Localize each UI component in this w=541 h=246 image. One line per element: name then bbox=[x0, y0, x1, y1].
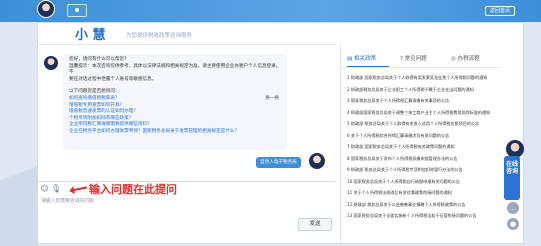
policy-item[interactable]: 6 关于个人所得税综合所得汇算清缴涉及有关问题的公告 bbox=[347, 130, 503, 142]
suggested-question[interactable]: 企业在税务平台如何办理发票申领？国家税务总局关于发票管理的相关规定是什么？ bbox=[69, 129, 281, 136]
divider bbox=[37, 44, 335, 45]
bot-avatar-icon bbox=[44, 56, 58, 70]
policy-item[interactable]: 3 国家税务总局关于个人所得税汇算清缴有关事项的公告 bbox=[347, 95, 503, 107]
policy-item[interactable]: 2 财政部税务总局关于企业职工个人所得税不属于企业支出问题的通知 bbox=[347, 84, 503, 96]
emoji-icon[interactable]: ☺ bbox=[40, 184, 49, 193]
tab-process[interactable]: ◎ 办税流程 bbox=[451, 53, 480, 65]
policy-item[interactable]: 9 财政部 税务总局关于个人所得税专项附加扣除暂行办法的公告 bbox=[347, 164, 503, 176]
suggested-question[interactable]: 如何查询增值税税率表？ bbox=[69, 96, 281, 103]
policy-item[interactable]: 12 财政部 税务总局关于公益慈善事业捐赠个人所得税政策的公告 bbox=[347, 199, 503, 211]
assistant-avatar-icon bbox=[37, 0, 55, 18]
input-divider bbox=[37, 181, 335, 182]
camera-icon[interactable] bbox=[67, 4, 87, 17]
swap-button[interactable]: 换一换 bbox=[265, 96, 279, 103]
policy-item[interactable]: 8 国家税务总局关于发布个人所得税扣缴申报管理办法的公告 bbox=[347, 153, 503, 165]
policy-item[interactable]: 10 国家税务总局关于个人所得税自行纳税申报有关问题的公告 bbox=[347, 176, 503, 188]
policy-item[interactable]: 4 财政部国家税务总局关于调整个体工商户业主个人所得税费用扣除标准的通知 bbox=[347, 107, 503, 119]
online-consult-button[interactable]: 在线咨询 bbox=[504, 156, 520, 200]
policy-item[interactable]: 13 国家税务总局关于全面实施新个人所得税法若干征管衔接问题的公告 bbox=[347, 210, 503, 222]
greeting-line: 温馨提示：本次咨询仅供参考，具体以法律法规和相关规定为准，请主要使用企业办税户个… bbox=[69, 63, 281, 76]
book-icon: ▤ bbox=[347, 56, 354, 62]
microphone-icon[interactable]: 🎙 bbox=[51, 184, 61, 193]
policy-item[interactable]: 1 财政部 国家税务总局关于个人取得有奖发票奖金征免个人所得税问题的通知 bbox=[347, 72, 503, 84]
logo: 小 慧 bbox=[75, 28, 106, 43]
question-input[interactable]: 请输入您需要咨询的问题 bbox=[41, 197, 94, 204]
home-button[interactable]: 返回首页 bbox=[484, 6, 515, 16]
user-avatar-icon bbox=[309, 153, 325, 169]
guess-title: 以下问题您是否想问问： bbox=[69, 89, 120, 95]
suggested-question[interactable]: 增值税普通发票的认证如何办理？ bbox=[69, 109, 281, 116]
tab-faq[interactable]: ? 常见问题 bbox=[400, 53, 427, 65]
greeting-line: 要在对话过程中泄露个人账号等敏感信息。 bbox=[69, 76, 157, 82]
suggested-question[interactable]: 企业所得税汇算清缴需要提供哪些资料？ bbox=[69, 122, 281, 129]
bot-message-bubble: 您好，请问有什么可以帮您？ 温馨提示：本次咨询仅供参考，具体以法律法规和相关规定… bbox=[63, 54, 287, 150]
tab-divider bbox=[341, 67, 501, 68]
slogan: 为您提供税收政策咨询服务 bbox=[126, 33, 193, 39]
annotation-text: 输入问题在此提问 bbox=[89, 183, 177, 196]
policy-item[interactable]: 7 财政部 国家税务总局关于个人所得税有关政策问题的通知 bbox=[347, 141, 503, 153]
background-decoration bbox=[0, 126, 37, 246]
right-panel: ▤ 相关政策 ? 常见问题 ◎ 办税流程 1 财政部 国家税务总局关于个人取得有… bbox=[340, 45, 503, 243]
user-icon[interactable]: ● bbox=[507, 218, 519, 230]
policy-list: 1 财政部 国家税务总局关于个人取得有奖发票奖金征免个人所得税问题的通知 2 财… bbox=[347, 72, 503, 222]
policy-item[interactable]: 5 财政部 税务总局关于个人取得有关收入适用个人所得税应税项目的公告 bbox=[347, 118, 503, 130]
tab-related-policy[interactable]: ▤ 相关政策 bbox=[347, 53, 376, 65]
user-message-bubble: 自然人电子税务局 bbox=[256, 157, 301, 168]
top-bar: 返回首页 bbox=[0, 0, 541, 22]
chat-icon[interactable]: … bbox=[507, 202, 519, 214]
send-button[interactable]: 发送 bbox=[298, 218, 332, 231]
greeting-line: 您好，请问有什么可以帮您？ bbox=[69, 57, 129, 62]
policy-item[interactable]: 11 关于个人所得税法修改后有关优惠政策衔接问题的通知 bbox=[347, 187, 503, 199]
